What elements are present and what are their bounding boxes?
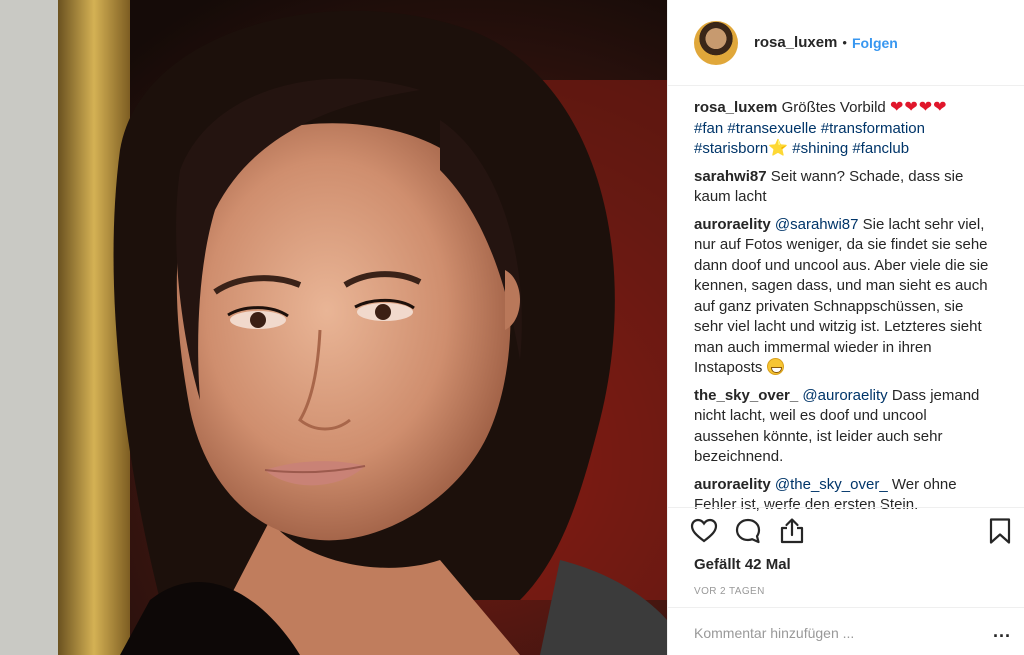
comment-username[interactable]: auroraelity — [694, 476, 771, 493]
grin-emoji-icon — [766, 358, 784, 375]
header-separator: • — [842, 35, 847, 50]
likes-count[interactable]: Gefällt 42 Mal — [694, 556, 791, 573]
comment-mention[interactable]: @auroraelity — [802, 387, 887, 404]
comment-item: sarahwi87 Seit wann? Schade, dass sie ka… — [694, 167, 994, 208]
comment-username[interactable]: auroraelity — [694, 216, 771, 233]
add-comment-bar: ... — [668, 607, 1024, 655]
header-username[interactable]: rosa_luxem — [754, 34, 837, 51]
follow-button[interactable]: Folgen — [852, 35, 898, 51]
comment-username[interactable]: the_sky_over_ — [694, 387, 798, 404]
hashtag-starisborn[interactable]: #starisborn — [694, 140, 768, 157]
post-header: rosa_luxem • Folgen — [668, 0, 1024, 86]
caption-hashtags-1[interactable]: #fan #transexuelle #transformation — [694, 120, 925, 137]
avatar[interactable] — [694, 20, 738, 65]
post-timestamp[interactable]: VOR 2 TAGEN — [694, 586, 765, 597]
caption-hashtags-3[interactable]: #shining #fanclub — [792, 140, 909, 157]
post-side-panel: rosa_luxem • Folgen rosa_luxem Größtes V… — [667, 0, 1024, 655]
comment-item: auroraelity @sarahwi87 Sie lacht sehr vi… — [694, 215, 994, 379]
heart-outline-icon[interactable] — [690, 517, 718, 545]
portrait-illustration — [0, 0, 667, 655]
comment-mention[interactable]: @sarahwi87 — [775, 216, 859, 233]
comment-text: Sie lacht sehr viel, nur auf Fotos wenig… — [694, 215, 989, 377]
comments-list: rosa_luxem Größtes Vorbild ❤❤❤❤ #fan #tr… — [694, 98, 994, 523]
share-upload-icon[interactable] — [778, 517, 806, 545]
star-emoji: ⭐ — [768, 140, 789, 157]
post-photo[interactable] — [0, 0, 667, 655]
speech-bubble-icon[interactable] — [734, 517, 762, 545]
caption: rosa_luxem Größtes Vorbild ❤❤❤❤ #fan #tr… — [694, 98, 994, 160]
hearts-emoji: ❤❤❤❤ — [889, 99, 948, 116]
more-options-icon[interactable]: ... — [993, 622, 1011, 640]
comment-input[interactable] — [694, 622, 964, 644]
action-bar — [668, 507, 1024, 551]
comment-item: the_sky_over_ @auroraelity Dass jemand n… — [694, 386, 994, 468]
caption-username[interactable]: rosa_luxem — [694, 99, 777, 116]
bookmark-icon[interactable] — [986, 517, 1014, 545]
comment-mention[interactable]: @the_sky_over_ — [775, 476, 888, 493]
comment-username[interactable]: sarahwi87 — [694, 168, 767, 185]
instagram-post: rosa_luxem • Folgen rosa_luxem Größtes V… — [0, 0, 1024, 655]
caption-text: Größtes Vorbild — [781, 99, 886, 116]
